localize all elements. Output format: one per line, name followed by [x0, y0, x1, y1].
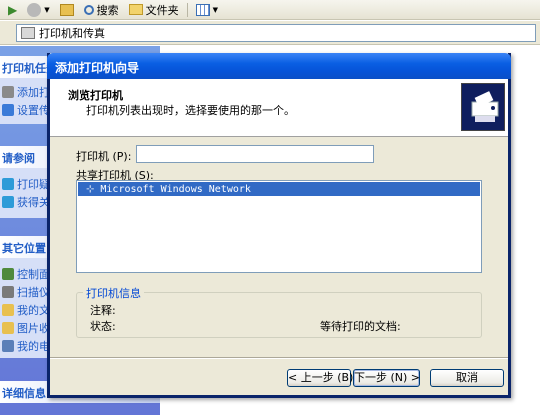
up-folder-button[interactable] [58, 1, 76, 19]
printer-info-group: 打印机信息 注释: 状态: 等待打印的文档: [76, 285, 482, 338]
search-button[interactable]: 搜索 [82, 1, 121, 19]
search-icon [83, 4, 94, 15]
arrow-left-icon: ▶ [8, 2, 18, 17]
chevron-down-icon: ▼ [44, 5, 50, 14]
status-label: 状态: [90, 320, 116, 333]
printer-name-input[interactable] [136, 145, 374, 163]
dialog-titlebar[interactable]: 添加打印机向导 [47, 53, 511, 79]
help-icon [2, 178, 14, 190]
scanner-icon [2, 286, 14, 298]
comment-label: 注释: [90, 304, 116, 317]
address-path: 打印机和传真 [39, 27, 105, 40]
printer-folder-icon [21, 27, 35, 39]
help-icon [2, 196, 14, 208]
fax-icon [2, 104, 14, 116]
chevron-down-icon: ▼ [212, 5, 219, 14]
folders-button[interactable]: 文件夹 [127, 1, 181, 19]
address-input[interactable]: 打印机和传真 [16, 24, 536, 42]
folder-icon [128, 4, 143, 15]
button-divider [50, 357, 508, 359]
arrow-right-icon [27, 2, 42, 17]
views-button[interactable]: ▼ [194, 1, 220, 19]
network-icon: ⊹ [86, 183, 95, 195]
printer-field-label: 打印机 (P): [76, 150, 132, 163]
address-bar: 打印机和传真 [0, 21, 540, 45]
wizard-page-title: 浏览打印机 [68, 89, 123, 102]
computer-icon [2, 340, 14, 352]
section-title: 详细信息 [2, 387, 46, 400]
cancel-button[interactable]: 取消 [430, 369, 504, 387]
dialog-title: 添加打印机向导 [55, 61, 140, 75]
printer-add-icon [2, 86, 14, 98]
folder-up-icon [59, 3, 74, 16]
printer-wizard-icon [461, 83, 505, 131]
search-label: 搜索 [96, 3, 119, 17]
wizard-header: 浏览打印机 打印机列表出现时，选择要使用的那一个。 [50, 79, 508, 137]
toolbar-separator [186, 2, 188, 17]
folders-label: 文件夹 [145, 3, 179, 17]
folder-icon [2, 322, 14, 334]
waiting-docs-label: 等待打印的文档: [320, 320, 401, 333]
control-panel-icon [2, 268, 14, 280]
toolbar: ▶ ▼ 搜索 文件夹 ▼ [0, 0, 540, 20]
section-title: 请参阅 [2, 152, 35, 165]
list-item-label: Microsoft Windows Network [100, 183, 251, 195]
forward-button[interactable]: ▼ [25, 1, 51, 19]
list-item[interactable]: ⊹ Microsoft Windows Network [78, 182, 480, 196]
add-printer-wizard-dialog: 添加打印机向导 浏览打印机 打印机列表出现时，选择要使用的那一个。 打印机 (P… [47, 53, 511, 398]
section-title: 其它位置 [2, 242, 46, 255]
printer-info-legend: 打印机信息 [83, 285, 144, 301]
folder-icon [2, 304, 14, 316]
back-button[interactable]: < 上一步 (B) [287, 369, 353, 387]
back-button[interactable]: ▶ [6, 1, 19, 19]
views-icon [195, 3, 210, 16]
next-button[interactable]: 下一步 (N) > [353, 369, 420, 387]
shared-printers-list[interactable]: ⊹ Microsoft Windows Network [76, 180, 482, 273]
wizard-page-subtitle: 打印机列表出现时，选择要使用的那一个。 [86, 104, 295, 117]
